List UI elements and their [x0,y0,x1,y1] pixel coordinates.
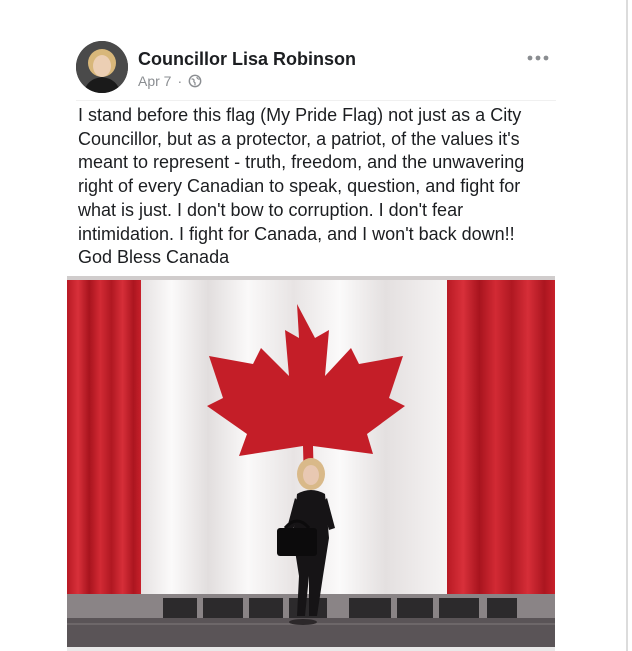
post-text-line: meant to represent - truth, freedom, and… [78,152,525,173]
post-photo[interactable] [67,276,555,647]
post-date[interactable]: Apr 7 [138,73,171,89]
post-text-line: what is just. I don't bow to corruption.… [78,199,464,220]
avatar[interactable] [76,41,128,93]
caption-strip [67,647,555,651]
post-text-line: I stand before this flag (My Pride Flag)… [78,105,522,125]
post-meta: Apr 7 · [138,73,202,89]
meta-separator: · [177,73,183,89]
post-text-line: intimidation. I fight for Canada, and I … [78,223,515,244]
post-text: I stand before this flag (My Pride Flag)… [78,104,548,270]
avatar-photo [76,41,128,93]
post-header: Councillor Lisa Robinson Apr 7 · [76,41,556,95]
post-text-line: right of every Canadian to speak, questi… [78,176,521,197]
canadian-flag-photo [67,276,555,647]
header-divider [76,100,556,101]
globe-icon [188,74,202,88]
post-text-line: God Bless Canada [78,247,230,268]
author-name[interactable]: Councillor Lisa Robinson [138,49,356,70]
more-options-icon [527,55,549,61]
window-edge [626,0,628,651]
facebook-post-screenshot: Councillor Lisa Robinson Apr 7 · I stand… [0,0,632,651]
more-options-button[interactable] [524,49,552,67]
post-text-line: Councillor, but as a protector, a patrio… [78,128,520,149]
